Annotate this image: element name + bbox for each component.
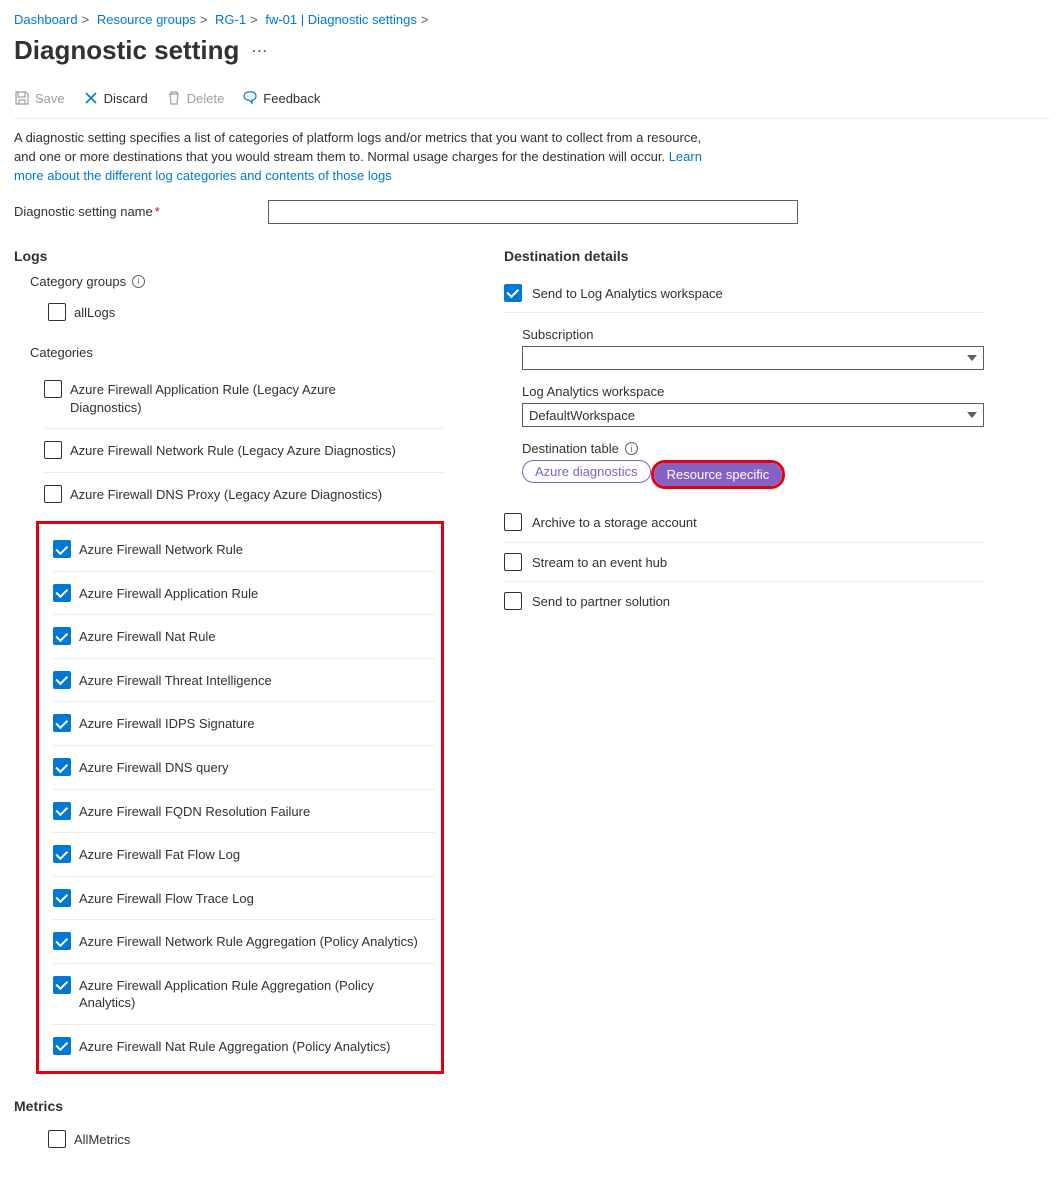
category-checkbox[interactable] [53,976,71,994]
destination-table-label: Destination table i [522,441,984,456]
trash-icon [166,90,182,106]
category-label: Azure Firewall Threat Intelligence [79,671,272,690]
legacy-category-label: Azure Firewall Application Rule (Legacy … [70,380,410,416]
chevron-down-icon [967,355,977,361]
category-label: Azure Firewall Application Rule [79,584,258,603]
subscription-select[interactable] [522,346,984,370]
stream-checkbox[interactable] [504,553,522,571]
category-checkbox[interactable] [53,889,71,907]
partner-checkbox[interactable] [504,592,522,610]
legacy-category-checkbox[interactable] [44,380,62,398]
discard-button[interactable]: Discard [83,88,148,108]
category-checkbox[interactable] [53,627,71,645]
subscription-label: Subscription [522,327,984,342]
feedback-icon [242,90,258,106]
breadcrumb: Dashboard> Resource groups> RG-1> fw-01 … [14,12,1050,27]
category-checkbox[interactable] [53,932,71,950]
category-label: Azure Firewall Nat Rule Aggregation (Pol… [79,1037,390,1056]
category-label: Azure Firewall Application Rule Aggregat… [79,976,419,1012]
info-icon[interactable]: i [625,442,638,455]
category-label: Azure Firewall Network Rule [79,540,243,559]
stream-label: Stream to an event hub [532,553,667,572]
destination-heading: Destination details [504,248,984,264]
crumb-diag-settings[interactable]: fw-01 | Diagnostic settings [265,12,417,27]
category-checkbox[interactable] [53,584,71,602]
category-label: Azure Firewall Flow Trace Log [79,889,254,908]
send-la-checkbox[interactable] [504,284,522,302]
alllogs-checkbox[interactable] [48,303,66,321]
save-button[interactable]: Save [14,88,65,108]
delete-button[interactable]: Delete [166,88,225,108]
pill-resource-specific[interactable]: Resource specific [654,463,783,486]
highlighted-pill: Resource specific [651,460,786,489]
legacy-category-label: Azure Firewall DNS Proxy (Legacy Azure D… [70,485,382,504]
highlighted-categories: Azure Firewall Network Rule Azure Firewal… [36,521,444,1074]
page-title: Diagnostic setting [14,35,239,66]
name-input[interactable] [268,200,798,224]
category-label: Azure Firewall Fat Flow Log [79,845,240,864]
toolbar: Save Discard Delete Feedback [14,88,1050,108]
allmetrics-checkbox[interactable] [48,1130,66,1148]
legacy-category-label: Azure Firewall Network Rule (Legacy Azur… [70,441,396,460]
workspace-select[interactable]: DefaultWorkspace [522,403,984,427]
description-text: A diagnostic setting specifies a list of… [14,129,714,186]
category-label: Azure Firewall IDPS Signature [79,714,255,733]
category-checkbox[interactable] [53,802,71,820]
legacy-category-checkbox[interactable] [44,441,62,459]
crumb-resource-groups[interactable]: Resource groups [97,12,196,27]
category-checkbox[interactable] [53,671,71,689]
metrics-heading: Metrics [14,1098,444,1114]
category-checkbox[interactable] [53,540,71,558]
name-field-label: Diagnostic setting name* [14,204,254,219]
pill-azure-diagnostics[interactable]: Azure diagnostics [522,460,651,483]
more-icon[interactable]: ⋯ [251,41,268,61]
feedback-button[interactable]: Feedback [242,88,320,108]
crumb-dashboard[interactable]: Dashboard [14,12,78,27]
chevron-down-icon [967,412,977,418]
info-icon[interactable]: i [132,275,145,288]
category-label: Azure Firewall Nat Rule [79,627,216,646]
send-la-label: Send to Log Analytics workspace [532,284,723,303]
logs-heading: Logs [14,248,444,264]
categories-label: Categories [30,345,444,360]
category-checkbox[interactable] [53,758,71,776]
category-label: Azure Firewall Network Rule Aggregation … [79,932,418,951]
category-label: Azure Firewall FQDN Resolution Failure [79,802,310,821]
legacy-category-checkbox[interactable] [44,485,62,503]
archive-label: Archive to a storage account [532,513,697,532]
archive-checkbox[interactable] [504,513,522,531]
save-icon [14,90,30,106]
category-groups-label: Category groups i [30,274,444,289]
close-icon [83,90,99,106]
category-checkbox[interactable] [53,845,71,863]
category-checkbox[interactable] [53,1037,71,1055]
allmetrics-label: AllMetrics [74,1130,130,1149]
crumb-rg[interactable]: RG-1 [215,12,246,27]
partner-label: Send to partner solution [532,592,670,611]
alllogs-label: allLogs [74,303,115,322]
category-label: Azure Firewall DNS query [79,758,229,777]
workspace-label: Log Analytics workspace [522,384,984,399]
category-checkbox[interactable] [53,714,71,732]
